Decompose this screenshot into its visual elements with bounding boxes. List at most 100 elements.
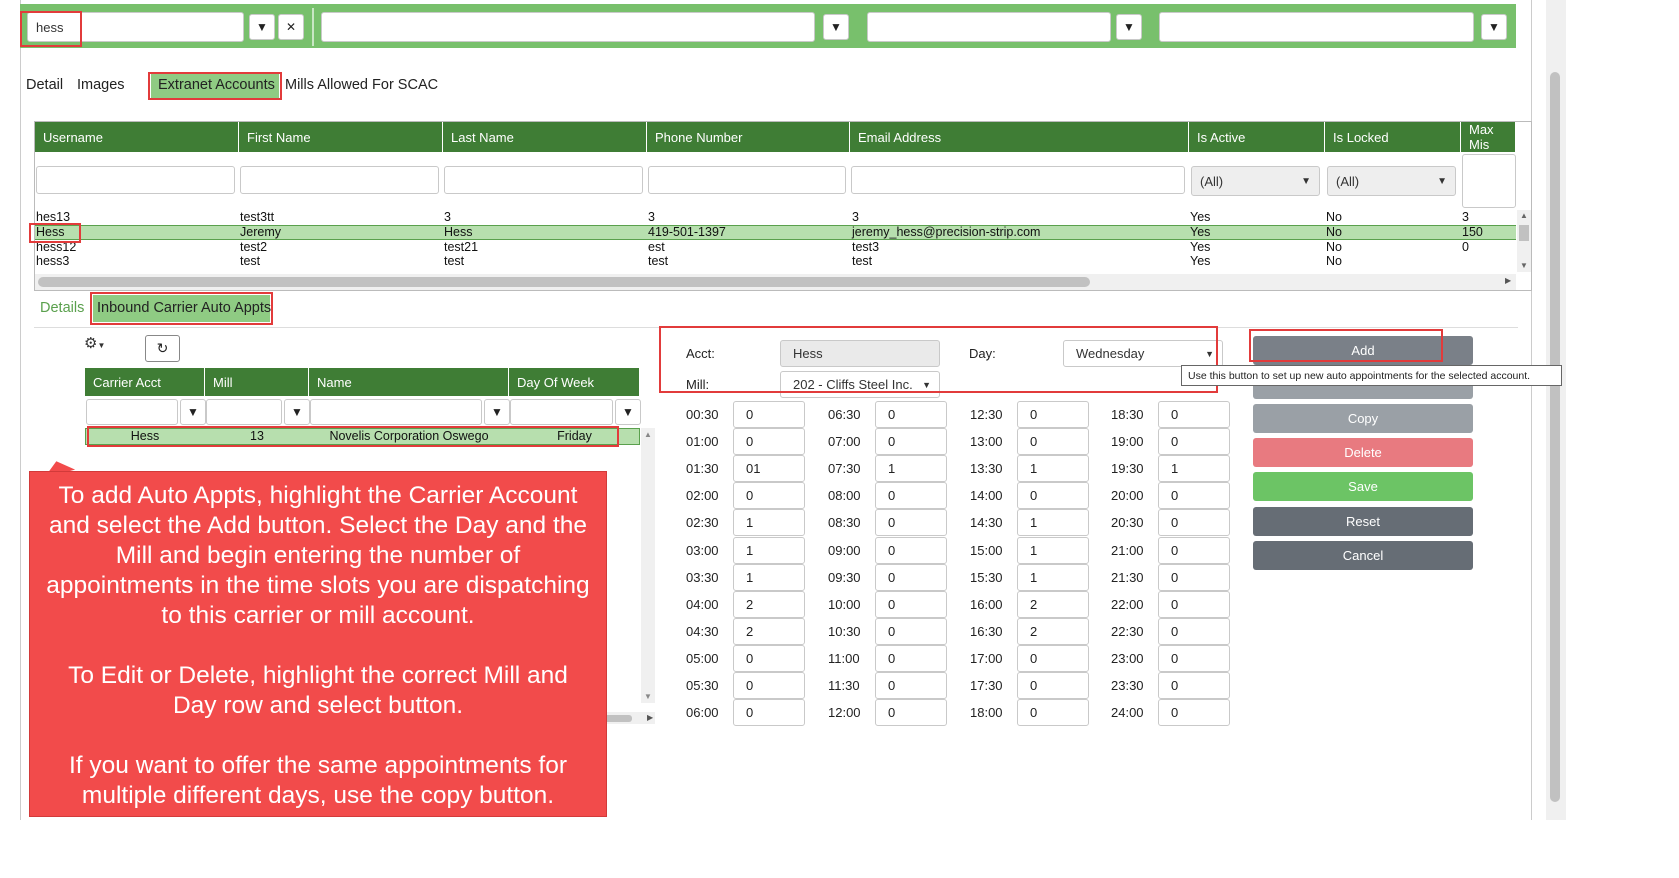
tab-details[interactable]: Details [40,300,84,316]
slot-count-input[interactable]: 0 [875,699,947,727]
filter-icon[interactable]: ▼ [615,399,641,425]
slot-count-input[interactable]: 0 [1158,699,1230,727]
slot-count-input[interactable]: 0 [875,428,947,456]
col-mill[interactable]: Mill [205,368,309,396]
slot-count-input[interactable]: 2 [733,590,805,618]
filter-icon[interactable]: ▼ [484,399,510,425]
slot-count-input[interactable]: 1 [1017,509,1089,537]
filter-icon[interactable]: ▼ [823,14,849,40]
slot-count-input[interactable]: 0 [733,428,805,456]
filter-icon[interactable]: ▼ [1481,14,1507,40]
slot-count-input[interactable]: 0 [1158,428,1230,456]
col-is-locked[interactable]: Is Locked [1325,122,1461,152]
save-button[interactable]: Save [1253,472,1473,501]
chevron-right-icon[interactable]: ▶ [647,713,653,722]
slot-count-input[interactable]: 0 [875,617,947,645]
carrier-v-scrollbar[interactable] [641,428,655,703]
chevron-down-icon[interactable]: ▼ [644,692,652,701]
day-filter[interactable] [510,399,613,425]
tab-images[interactable]: Images [77,77,125,93]
mill-filter[interactable] [206,399,282,425]
slot-count-input[interactable]: 1 [1158,455,1230,483]
column3-filter-input[interactable] [867,12,1111,42]
filter-icon[interactable]: ▼ [1116,14,1142,40]
filter-icon[interactable]: ▼ [249,14,275,40]
phone-grid-filter[interactable] [648,166,846,194]
is-active-select[interactable]: (All) ▼ [1191,166,1320,196]
slot-count-input[interactable]: 0 [1158,482,1230,510]
column2-filter-input[interactable] [321,12,815,42]
slot-count-input[interactable]: 0 [1158,617,1230,645]
first-name-grid-filter[interactable] [240,166,439,194]
col-day-of-week[interactable]: Day Of Week [509,368,640,396]
slot-count-input[interactable]: 1 [1017,563,1089,591]
slot-count-input[interactable]: 2 [1017,617,1089,645]
slot-count-input[interactable]: 0 [875,590,947,618]
slot-count-input[interactable]: 0 [875,536,947,564]
is-locked-select[interactable]: (All) ▼ [1327,166,1456,196]
col-phone[interactable]: Phone Number [647,122,850,152]
slot-count-input[interactable]: 0 [733,401,805,428]
slot-count-input[interactable]: 0 [1158,536,1230,564]
slot-count-input[interactable]: 0 [875,672,947,699]
filter-icon[interactable]: ▼ [180,399,206,425]
slot-count-input[interactable]: 0 [733,672,805,699]
refresh-button[interactable]: ↻ [145,335,180,362]
slot-count-input[interactable]: 0 [875,563,947,591]
slot-count-input[interactable]: 1 [875,455,947,483]
carrier-acct-filter[interactable] [86,399,178,425]
col-first-name[interactable]: First Name [239,122,443,152]
grid-h-thumb[interactable] [38,277,1090,287]
slot-count-input[interactable]: 1 [1017,455,1089,483]
slot-count-input[interactable]: 0 [1158,672,1230,699]
slot-count-input[interactable]: 0 [1158,644,1230,672]
slot-count-input[interactable]: 1 [733,509,805,537]
slot-count-input[interactable]: 2 [1017,590,1089,618]
grid-v-thumb[interactable] [1519,225,1529,241]
filter-icon[interactable]: ▼ [284,399,310,425]
col-max[interactable]: Max Mis [1461,122,1516,152]
name-filter[interactable] [310,399,482,425]
col-last-name[interactable]: Last Name [443,122,647,152]
slot-count-input[interactable]: 0 [1017,401,1089,428]
max-grid-filter[interactable] [1462,154,1516,208]
page-scrollbar-thumb[interactable] [1550,72,1560,802]
tab-detail[interactable]: Detail [26,77,63,93]
chevron-down-icon[interactable]: ▼ [1520,261,1528,270]
slot-count-input[interactable]: 0 [733,699,805,727]
slot-count-input[interactable]: 0 [875,482,947,510]
slot-count-input[interactable]: 1 [1017,536,1089,564]
gear-icon[interactable]: ⚙▼ [84,334,105,352]
slot-count-input[interactable]: 0 [875,509,947,537]
clear-filter-icon[interactable]: ✕ [278,14,304,40]
col-email[interactable]: Email Address [850,122,1189,152]
col-carrier-acct[interactable]: Carrier Acct [85,368,205,396]
username-grid-filter[interactable] [36,166,235,194]
slot-count-input[interactable]: 1 [733,563,805,591]
chevron-right-icon[interactable]: ▶ [1505,276,1511,285]
delete-button[interactable]: Delete [1253,438,1473,467]
chevron-up-icon[interactable]: ▲ [1520,211,1528,220]
slot-count-input[interactable]: 0 [1017,672,1089,699]
col-name[interactable]: Name [309,368,509,396]
chevron-up-icon[interactable]: ▲ [644,430,652,439]
slot-count-input[interactable]: 0 [1017,428,1089,456]
slot-count-input[interactable]: 01 [733,455,805,483]
col-is-active[interactable]: Is Active [1189,122,1325,152]
column4-filter-input[interactable] [1159,12,1474,42]
slot-count-input[interactable]: 0 [1158,401,1230,428]
slot-count-input[interactable]: 0 [1017,644,1089,672]
slot-count-input[interactable]: 0 [1158,509,1230,537]
slot-count-input[interactable]: 0 [1017,482,1089,510]
email-grid-filter[interactable] [851,166,1185,194]
slot-count-input[interactable]: 0 [733,482,805,510]
slot-count-input[interactable]: 0 [1017,699,1089,727]
copy-button[interactable]: Copy [1253,404,1473,433]
slot-count-input[interactable]: 0 [1158,563,1230,591]
slot-count-input[interactable]: 0 [875,644,947,672]
slot-count-input[interactable]: 0 [1158,590,1230,618]
slot-count-input[interactable]: 2 [733,617,805,645]
reset-button[interactable]: Reset [1253,507,1473,536]
slot-count-input[interactable]: 0 [875,401,947,428]
slot-count-input[interactable]: 1 [733,536,805,564]
